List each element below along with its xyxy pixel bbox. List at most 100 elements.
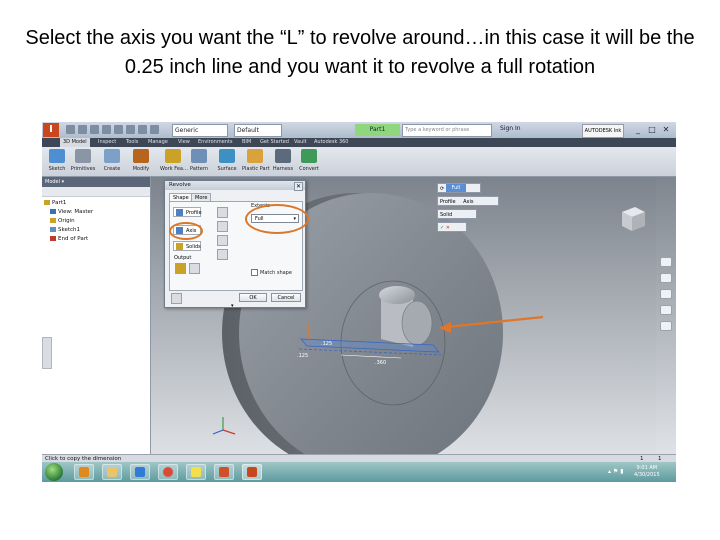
new-solid-icon[interactable] (217, 249, 228, 260)
ribbon: Sketch Primitives Create Modify Work Fea… (42, 147, 676, 177)
properties-icon[interactable] (138, 125, 147, 134)
create-button[interactable]: Create (99, 149, 125, 175)
help-search-input[interactable]: Type a keyword or phrase (402, 124, 492, 137)
match-shape-checkbox[interactable]: Match shape (251, 269, 292, 276)
tree-item-end-of-part[interactable]: End of Part (44, 235, 150, 244)
tree-item-origin[interactable]: Origin (44, 217, 150, 226)
solids-selector[interactable]: Solids (173, 241, 201, 251)
taskbar-clock[interactable]: 9:01 AM 4/30/2015 (634, 465, 660, 479)
dimension-value-1[interactable]: .125 (321, 341, 332, 347)
taskbar-powerpoint[interactable] (214, 464, 234, 480)
navigation-bar (656, 177, 676, 454)
dialog-title: Revolve (165, 181, 305, 190)
save-icon[interactable] (90, 125, 99, 134)
maximize-button[interactable]: □ (646, 124, 658, 135)
modify-button[interactable]: Modify (128, 149, 154, 175)
output-solid-icon[interactable] (175, 263, 186, 274)
tree-item-sketch[interactable]: Sketch1 (44, 226, 150, 235)
axis-chip[interactable]: Axis (463, 199, 473, 205)
pattern-button[interactable]: Pattern (186, 149, 212, 175)
tree-item-view[interactable]: View: Master (44, 208, 150, 217)
taskbar-sticky-notes[interactable] (186, 464, 206, 480)
taskbar-explorer[interactable] (102, 464, 122, 480)
profile-selector[interactable]: Profile (173, 207, 202, 217)
taskbar-inventor[interactable] (242, 464, 262, 480)
pan-icon[interactable] (660, 273, 672, 283)
collapse-chevron-icon[interactable]: ▾ (231, 303, 234, 309)
triad-z-axis (212, 429, 224, 435)
harness-button[interactable]: Harness (270, 149, 296, 175)
browser-header[interactable]: Model ▾ (42, 177, 150, 187)
redo-icon[interactable] (114, 125, 123, 134)
browser-scrollbar[interactable] (42, 337, 52, 369)
sign-in-link[interactable]: Sign In (500, 125, 521, 132)
hub-end (401, 300, 433, 346)
tab-get-started[interactable]: Get Started (260, 138, 289, 147)
taskbar-outlook[interactable] (74, 464, 94, 480)
tab-bim[interactable]: BIM (242, 138, 251, 147)
sketch-button[interactable]: Sketch (44, 149, 70, 175)
modify-icon (133, 149, 149, 163)
tab-environments[interactable]: Environments (198, 138, 233, 147)
selection-minibar: Profile Axis (437, 196, 499, 206)
orbit-icon[interactable] (660, 305, 672, 315)
help-icon[interactable] (171, 293, 182, 304)
sketch-icon (50, 227, 56, 232)
cancel-button[interactable]: Cancel (271, 293, 301, 302)
taskbar-chrome[interactable] (158, 464, 178, 480)
full-extent-chip[interactable]: Full (445, 184, 466, 192)
steering-wheel-icon[interactable] (660, 257, 672, 267)
new-icon[interactable] (66, 125, 75, 134)
viewcube[interactable] (622, 207, 645, 231)
taskbar-ie[interactable] (130, 464, 150, 480)
ribbon-tabs: 3D Model Inspect Tools Manage View Envir… (42, 138, 676, 147)
revolve-dialog: Revolve ✕ Shape More Profile Axis Solids… (164, 180, 306, 309)
join-icon[interactable] (217, 207, 228, 218)
select-icon[interactable] (150, 125, 159, 134)
look-at-icon[interactable] (660, 321, 672, 331)
axis-callout-circle (169, 222, 203, 240)
tab-autodesk-360[interactable]: Autodesk 360 (314, 138, 349, 147)
extents-minibar[interactable]: ⟳ Full (437, 183, 481, 193)
surface-button[interactable]: Surface (214, 149, 240, 175)
solid-chip[interactable]: Solid (440, 212, 452, 218)
tab-view[interactable]: View (178, 138, 190, 147)
tree-item-part[interactable]: Part1 (44, 199, 150, 208)
home-icon[interactable] (126, 125, 135, 134)
start-button[interactable] (45, 463, 63, 481)
undo-icon[interactable] (102, 125, 111, 134)
close-button[interactable]: ✕ (660, 124, 672, 135)
dimension-value-3[interactable]: .125 (297, 353, 308, 359)
minimize-button[interactable]: _ (632, 124, 644, 135)
dimension-value-2[interactable]: .360 (375, 360, 386, 366)
profile-chip[interactable]: Profile (440, 199, 456, 205)
zoom-icon[interactable] (660, 289, 672, 299)
tab-inspect[interactable]: Inspect (98, 138, 116, 147)
tab-tools[interactable]: Tools (126, 138, 138, 147)
convert-button[interactable]: Convert (296, 149, 322, 175)
primitives-button[interactable]: Primitives (70, 149, 96, 175)
open-icon[interactable] (78, 125, 87, 134)
powerpoint-icon (219, 467, 229, 477)
inventor-screenshot: I Generic Default Part1 Type a keyword o… (42, 122, 676, 482)
system-tray[interactable]: ▴ ⚑ ▮ (608, 468, 624, 475)
output-minibar: Solid (437, 209, 477, 219)
work-features-button[interactable]: Work Fea… (160, 149, 188, 175)
browser-toolbar (42, 187, 150, 197)
cut-icon[interactable] (217, 221, 228, 232)
primitives-icon (75, 149, 91, 163)
material-combo[interactable]: Default (234, 124, 282, 137)
application-menu-button[interactable]: I (43, 123, 59, 137)
plastic-part-button[interactable]: Plastic Part (242, 149, 270, 175)
part-icon (44, 200, 50, 205)
tab-3d-model[interactable]: 3D Model (60, 138, 90, 147)
tab-vault[interactable]: Vault (294, 138, 307, 147)
dialog-close-button[interactable]: ✕ (294, 182, 303, 191)
tab-manage[interactable]: Manage (148, 138, 168, 147)
output-surface-icon[interactable] (189, 263, 200, 274)
cancel-x-icon[interactable]: ✕ (446, 225, 450, 231)
autodesk-ink-button[interactable]: AUTODESK Ink (582, 124, 624, 138)
ok-button[interactable]: OK (239, 293, 267, 302)
intersect-icon[interactable] (217, 235, 228, 246)
appearance-combo[interactable]: Generic (172, 124, 228, 137)
